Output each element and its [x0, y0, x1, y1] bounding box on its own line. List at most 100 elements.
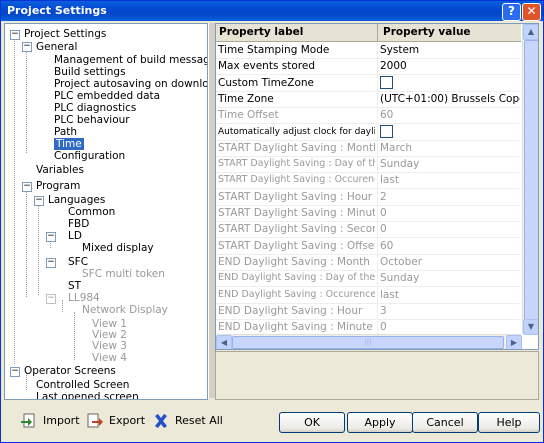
tree-item-program[interactable]: Program — [36, 180, 80, 192]
property-row[interactable]: Automatically adjust clock for daylight … — [216, 123, 521, 141]
property-checkbox-cell[interactable] — [380, 124, 520, 140]
column-divider[interactable] — [377, 24, 378, 41]
property-row[interactable]: START Daylight Saving : Offset 60 — [216, 237, 521, 255]
tree-item-ll984[interactable]: LL984 — [68, 292, 100, 304]
property-checkbox-cell[interactable] — [380, 75, 520, 91]
collapse-icon[interactable]: − — [22, 182, 32, 192]
tree-item-project-settings[interactable]: Project Settings — [24, 28, 106, 40]
tree-item-last-opened-screen[interactable]: Last opened screen — [36, 391, 139, 399]
property-value[interactable]: October — [380, 254, 520, 270]
tree-item-plc-diagnostics[interactable]: PLC diagnostics — [54, 102, 136, 114]
tree-guide-line — [62, 300, 63, 312]
tree-item-plc-embedded-data[interactable]: PLC embedded data — [54, 90, 160, 102]
scroll-up-icon[interactable]: ▲ — [523, 24, 538, 40]
tree-item-path[interactable]: Path — [54, 126, 77, 138]
property-label: Custom TimeZone — [218, 76, 314, 89]
property-value[interactable]: (UTC+01:00) Brussels Copenha... — [380, 91, 520, 107]
collapse-icon[interactable]: − — [46, 294, 56, 304]
export-button[interactable]: Export — [87, 410, 145, 432]
description-panel — [215, 351, 539, 400]
property-value[interactable]: System — [380, 42, 520, 58]
tree-item-build-settings[interactable]: Build settings — [54, 66, 126, 78]
tree-item-plc-behaviour[interactable]: PLC behaviour — [54, 114, 130, 126]
close-icon[interactable]: ✕ — [522, 3, 541, 21]
property-value[interactable]: last — [380, 172, 520, 188]
tree-item-sfc[interactable]: SFC — [68, 256, 88, 268]
tree-item-fbd[interactable]: FBD — [68, 218, 89, 230]
property-value[interactable]: Sunday — [380, 156, 520, 172]
cancel-button[interactable]: Cancel — [412, 412, 478, 433]
property-row[interactable]: START Daylight Saving : Minute 0 — [216, 205, 521, 222]
column-header-value[interactable]: Property value — [380, 24, 471, 41]
collapse-icon[interactable]: − — [46, 258, 56, 268]
property-value[interactable]: 0 — [380, 221, 520, 237]
import-button[interactable]: Import — [21, 410, 80, 432]
property-row[interactable]: END Daylight Saving : Month October — [216, 253, 521, 271]
property-grid[interactable]: Property label Property value Time Stamp… — [215, 23, 539, 350]
property-value[interactable]: 2 — [380, 189, 520, 205]
property-row[interactable]: END Daylight Saving : Occurence last — [216, 286, 521, 304]
tree-item-network-display[interactable]: Network Display — [82, 304, 168, 316]
property-value[interactable]: 0 — [380, 319, 520, 335]
property-value[interactable]: 0 — [380, 205, 520, 221]
property-value[interactable]: 3 — [380, 303, 520, 319]
tree-item-controlled-screen[interactable]: Controlled Screen — [36, 379, 129, 391]
property-row[interactable]: START Daylight Saving : Second 0 — [216, 221, 521, 239]
scroll-left-icon[interactable]: ◀ — [216, 335, 232, 349]
help-button[interactable]: Help — [478, 412, 540, 433]
property-row[interactable]: END Daylight Saving : Hour 3 — [216, 302, 521, 320]
cell-divider — [377, 156, 378, 173]
collapse-icon[interactable]: − — [10, 367, 20, 377]
horizontal-scrollbar[interactable]: ◀ ||| ▶ — [216, 334, 522, 349]
tree-item-st[interactable]: ST — [68, 280, 81, 292]
property-value[interactable]: March — [380, 140, 520, 156]
tree-item-sfc-multi-token[interactable]: SFC multi token — [82, 268, 165, 280]
property-value[interactable]: Sunday — [380, 270, 520, 286]
reset-all-button[interactable]: Reset All — [153, 410, 223, 432]
collapse-icon[interactable]: − — [22, 42, 32, 52]
property-value[interactable]: 60 — [380, 107, 520, 123]
tree-item-view-3[interactable]: View 3 — [92, 340, 127, 352]
tree-item-languages[interactable]: Languages — [48, 194, 105, 206]
property-value[interactable]: 60 — [380, 238, 520, 254]
property-row[interactable]: Max events stored 2000 — [216, 58, 521, 76]
tree-item-operator-screens[interactable]: Operator Screens — [24, 365, 116, 377]
help-icon[interactable]: ? — [502, 3, 521, 21]
scroll-right-icon[interactable]: ▶ — [506, 335, 522, 349]
tree-item-build-messages[interactable]: Management of build messages — [54, 54, 207, 66]
checkbox[interactable] — [380, 76, 393, 90]
property-label: Time Offset — [218, 109, 279, 122]
scroll-thumb[interactable] — [524, 40, 538, 320]
tree-item-mixed-display[interactable]: Mixed display — [82, 242, 154, 254]
checkbox[interactable] — [380, 125, 393, 138]
property-value[interactable]: 2000 — [380, 58, 520, 74]
scroll-thumb[interactable]: ||| — [232, 336, 504, 349]
collapse-icon[interactable]: − — [46, 232, 56, 242]
vertical-scrollbar[interactable]: ▲ ▼ — [522, 24, 538, 335]
column-header-label[interactable]: Property label — [216, 24, 303, 41]
tree-item-time[interactable]: Time — [54, 138, 84, 150]
property-value[interactable]: last — [380, 287, 520, 303]
settings-tree[interactable]: − Project Settings − General Management … — [4, 23, 208, 400]
property-row[interactable]: Time Offset 60 — [216, 107, 521, 125]
tree-item-project-autosaving[interactable]: Project autosaving on download — [54, 78, 207, 90]
property-row[interactable]: START Daylight Saving : Hour 2 — [216, 188, 521, 206]
apply-button[interactable]: Apply — [347, 412, 413, 433]
tree-item-variables[interactable]: Variables — [36, 164, 84, 176]
collapse-icon[interactable]: − — [34, 196, 44, 206]
property-row[interactable]: Time Zone (UTC+01:00) Brussels Copenha... — [216, 90, 521, 108]
property-row[interactable]: Time Stamping Mode System — [216, 42, 521, 59]
scroll-down-icon[interactable]: ▼ — [523, 319, 538, 335]
ok-button[interactable]: OK — [279, 412, 345, 433]
tree-item-configuration[interactable]: Configuration — [54, 150, 125, 162]
property-row[interactable]: START Daylight Saving : Occurence last — [216, 172, 521, 190]
property-row[interactable]: START Daylight Saving : Day of the week S… — [216, 156, 521, 174]
property-row[interactable]: START Daylight Saving : Month March — [216, 139, 521, 157]
property-row[interactable]: Custom TimeZone — [216, 74, 521, 92]
tree-item-ld[interactable]: LD — [68, 230, 82, 242]
tree-item-common[interactable]: Common — [68, 206, 115, 218]
property-row[interactable]: END Daylight Saving : Day of the week Sun… — [216, 270, 521, 288]
tree-item-general[interactable]: General — [36, 41, 77, 53]
tree-item-view-4[interactable]: View 4 — [92, 352, 127, 364]
collapse-icon[interactable]: − — [10, 30, 20, 40]
